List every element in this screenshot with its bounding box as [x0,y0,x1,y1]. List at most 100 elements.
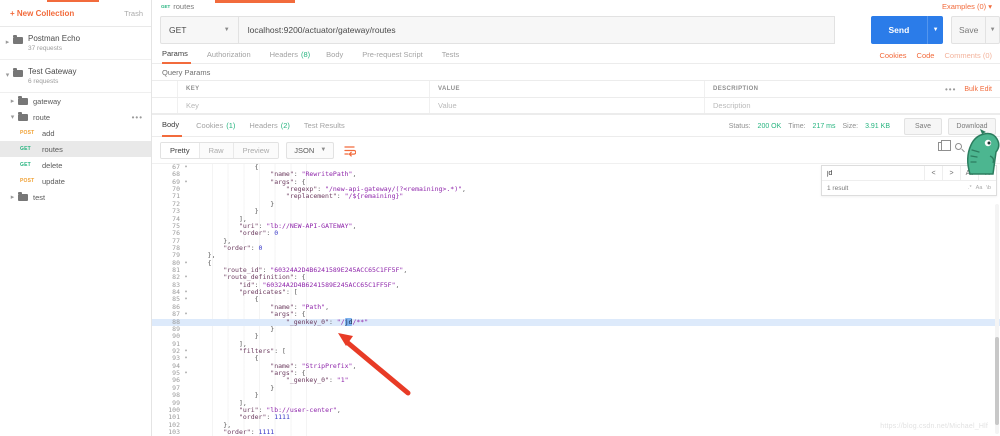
find-previous-button[interactable]: < [924,166,942,180]
chevron-right-icon[interactable]: ▸ [3,38,12,46]
collection-tree: ▸ gateway ▾ route ••• POST add GET routes GET dele… [0,93,151,205]
fold-toggle-icon[interactable]: ▾ [180,179,192,186]
open-tab-routes[interactable]: routes [173,2,194,11]
fold-gutter [180,385,192,392]
wrap-lines-icon[interactable] [341,142,358,159]
folder-gateway[interactable]: ▸ gateway [0,93,151,109]
chevron-down-icon[interactable]: ▾ [3,71,12,79]
response-tab-headers[interactable]: Headers (2) [249,114,290,137]
chevron-right-icon[interactable]: ▸ [8,193,17,201]
collection-folder-icon [13,68,23,77]
tab-pre-request-script[interactable]: Pre-request Script [362,46,425,64]
save-request-button[interactable]: Save [950,15,987,44]
tab-params[interactable]: Params [162,46,191,64]
format-select[interactable]: JSON ▼ [286,141,335,159]
fold-gutter [180,238,192,245]
copy-icon[interactable] [938,140,951,151]
response-body-viewer[interactable]: 67 ▾ {68 "name": "RewritePath", 69 ▾ "args"… [152,163,1000,436]
fold-gutter [180,230,192,237]
watermark-text: https://blog.csdn.net/Michael_Hlf [880,423,988,430]
tab-tests[interactable]: Tests [442,46,463,64]
search-input[interactable] [822,166,924,180]
fold-gutter [180,245,192,252]
request-label: add [42,128,55,138]
code-line-78: 78 "order": 0 [152,244,1000,252]
code-line-89: 89 } [152,325,1000,333]
view-pretty-button[interactable]: Pretty [161,142,199,158]
chevron-down-icon[interactable]: ▾ [8,113,17,121]
tab-headers[interactable]: Headers (8) [270,46,311,64]
match-case-toggle[interactable]: Aa [976,185,983,191]
fold-toggle-icon[interactable]: ▾ [180,274,192,281]
size-value: 3.91 KB [865,123,890,130]
method-badge: POST [20,178,35,184]
response-tab-cookies[interactable]: Cookies (1) [196,114,235,137]
request-routes[interactable]: GET routes [0,141,151,157]
fold-toggle-icon[interactable]: ▾ [180,311,192,318]
new-collection-button[interactable]: + New Collection [10,9,74,18]
main-panel: GET routes Examples (0) ▾ GET ▼ Send ▼ S… [47,0,1000,436]
query-params-input-row [152,97,1000,114]
whole-word-toggle[interactable]: \b [986,185,991,191]
chevron-down-icon: ▼ [223,26,230,33]
method-badge: POST [20,130,35,136]
fold-toggle-icon[interactable]: ▾ [180,348,192,355]
collection-name: Postman Echo [28,34,81,43]
vertical-scrollbar[interactable] [995,204,999,434]
examples-dropdown[interactable]: Examples (0) ▾ [942,2,992,11]
fold-toggle-icon[interactable]: ▾ [180,164,192,171]
save-response-button[interactable]: Save [904,118,942,135]
param-description-input[interactable] [713,101,992,110]
folder-test[interactable]: ▸ test [0,189,151,205]
url-input[interactable] [238,15,835,44]
folder-route[interactable]: ▾ route ••• [0,109,151,125]
fold-toggle-icon[interactable]: ▾ [180,260,192,267]
time-label: Time: [788,123,806,130]
mascot-sticker [967,129,1000,175]
response-tabs: Body Cookies (1) Headers (2) Test Results … [152,114,1000,137]
postman-app: + New Collection Trash ▸ Postman Echo 37… [0,0,1000,436]
collection-test-gateway[interactable]: ▾ Test Gateway 6 requests [0,60,151,93]
request-label: update [42,176,65,186]
fold-gutter [180,267,192,274]
tab-body[interactable]: Body [326,46,346,64]
bulk-edit-link[interactable]: Bulk Edit [964,86,992,93]
code-link[interactable]: Code [917,51,935,60]
request-update[interactable]: POST update [0,173,151,189]
folder-menu-button[interactable]: ••• [132,113,143,122]
send-button[interactable]: Send [870,15,928,44]
method-select[interactable]: GET ▼ [160,15,239,44]
fold-toggle-icon[interactable]: ▾ [180,289,192,296]
row-select-column [152,81,178,97]
regex-toggle[interactable]: .* [968,185,972,191]
find-next-button[interactable]: > [942,166,960,180]
chevron-right-icon[interactable]: ▸ [8,97,17,105]
response-tab-test-results[interactable]: Test Results [304,114,348,137]
collection-postman-echo[interactable]: ▸ Postman Echo 37 requests [0,27,151,60]
response-tab-body[interactable]: Body [162,114,183,137]
param-key-input[interactable] [186,101,421,110]
scrollbar-thumb[interactable] [995,337,999,425]
cookies-link[interactable]: Cookies [879,51,906,60]
request-delete[interactable]: GET delete [0,157,151,173]
fold-gutter [180,171,192,178]
fold-toggle-icon[interactable]: ▾ [180,296,192,303]
save-options-button[interactable]: ▼ [986,15,1000,44]
request-add[interactable]: POST add [0,125,151,141]
tab-authorization[interactable]: Authorization [207,46,254,64]
trash-button[interactable]: Trash [124,9,143,18]
request-label: routes [42,144,63,154]
code-line-79: 79 }, [152,251,1000,259]
fold-toggle-icon[interactable]: ▾ [180,370,192,377]
view-raw-button[interactable]: Raw [198,142,233,158]
code-line-77: 77 }, [152,237,1000,245]
tab-underline [47,0,99,2]
view-preview-button[interactable]: Preview [232,142,279,158]
comments-link[interactable]: Comments (0) [944,51,992,60]
send-options-button[interactable]: ▼ [927,15,943,44]
fold-gutter [180,422,192,429]
fold-gutter [180,392,192,399]
param-value-input[interactable] [438,101,696,110]
params-menu-button[interactable]: ••• [945,85,956,94]
fold-toggle-icon[interactable]: ▾ [180,355,192,362]
